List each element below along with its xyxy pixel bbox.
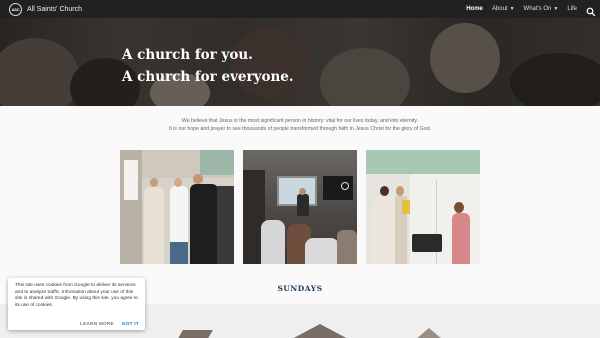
learn-more-button[interactable]: LEARN MORE <box>80 321 114 326</box>
nav-item-life[interactable]: Life <box>567 6 577 12</box>
search-icon[interactable] <box>586 4 596 17</box>
main-nav: Home About ▼ What's On ▼ Life <box>466 0 600 18</box>
nav-item-label: Life <box>567 6 577 12</box>
chevron-down-icon: ▼ <box>509 6 515 12</box>
kitchen-conversation-photo <box>366 150 480 264</box>
chevron-down-icon: ▼ <box>553 6 559 12</box>
hero-line-2: A church for everyone. <box>122 69 294 85</box>
congregation-service-photo <box>243 150 357 264</box>
hero-banner: A church for you. A church for everyone. <box>0 18 600 106</box>
church-logo[interactable]: ASC <box>9 2 22 16</box>
site-title[interactable]: All Saints' Church <box>27 6 82 13</box>
intro-line-2: It is our hope and prayer to see thousan… <box>168 126 432 132</box>
nav-item-label: About <box>491 6 508 12</box>
got-it-button[interactable]: GOT IT <box>122 321 139 326</box>
hero-heading: A church for you. A church for everyone. <box>122 44 294 88</box>
nav-item-label: Home <box>466 6 483 12</box>
cookie-actions: LEARN MORE GOT IT <box>72 321 139 326</box>
top-navigation-bar: ASC All Saints' Church Home About ▼ What… <box>0 0 600 18</box>
nav-item-home[interactable]: Home <box>466 6 483 12</box>
logo-text: ASC <box>11 6 20 12</box>
cookie-consent-banner: This site uses cookies from Google to de… <box>8 278 145 330</box>
intro-statement: We believe that Jesus is the most signif… <box>0 117 600 133</box>
people-chatting-photo <box>120 150 234 264</box>
cookie-notice-text: This site uses cookies from Google to de… <box>15 283 138 308</box>
nav-item-about[interactable]: About ▼ <box>492 6 515 12</box>
nav-item-whats-on[interactable]: What's On ▼ <box>524 6 559 12</box>
intro-line-1: We believe that Jesus is the most signif… <box>181 118 419 124</box>
nav-item-label: What's On <box>523 6 552 12</box>
hero-line-1: A church for you. <box>122 47 253 63</box>
